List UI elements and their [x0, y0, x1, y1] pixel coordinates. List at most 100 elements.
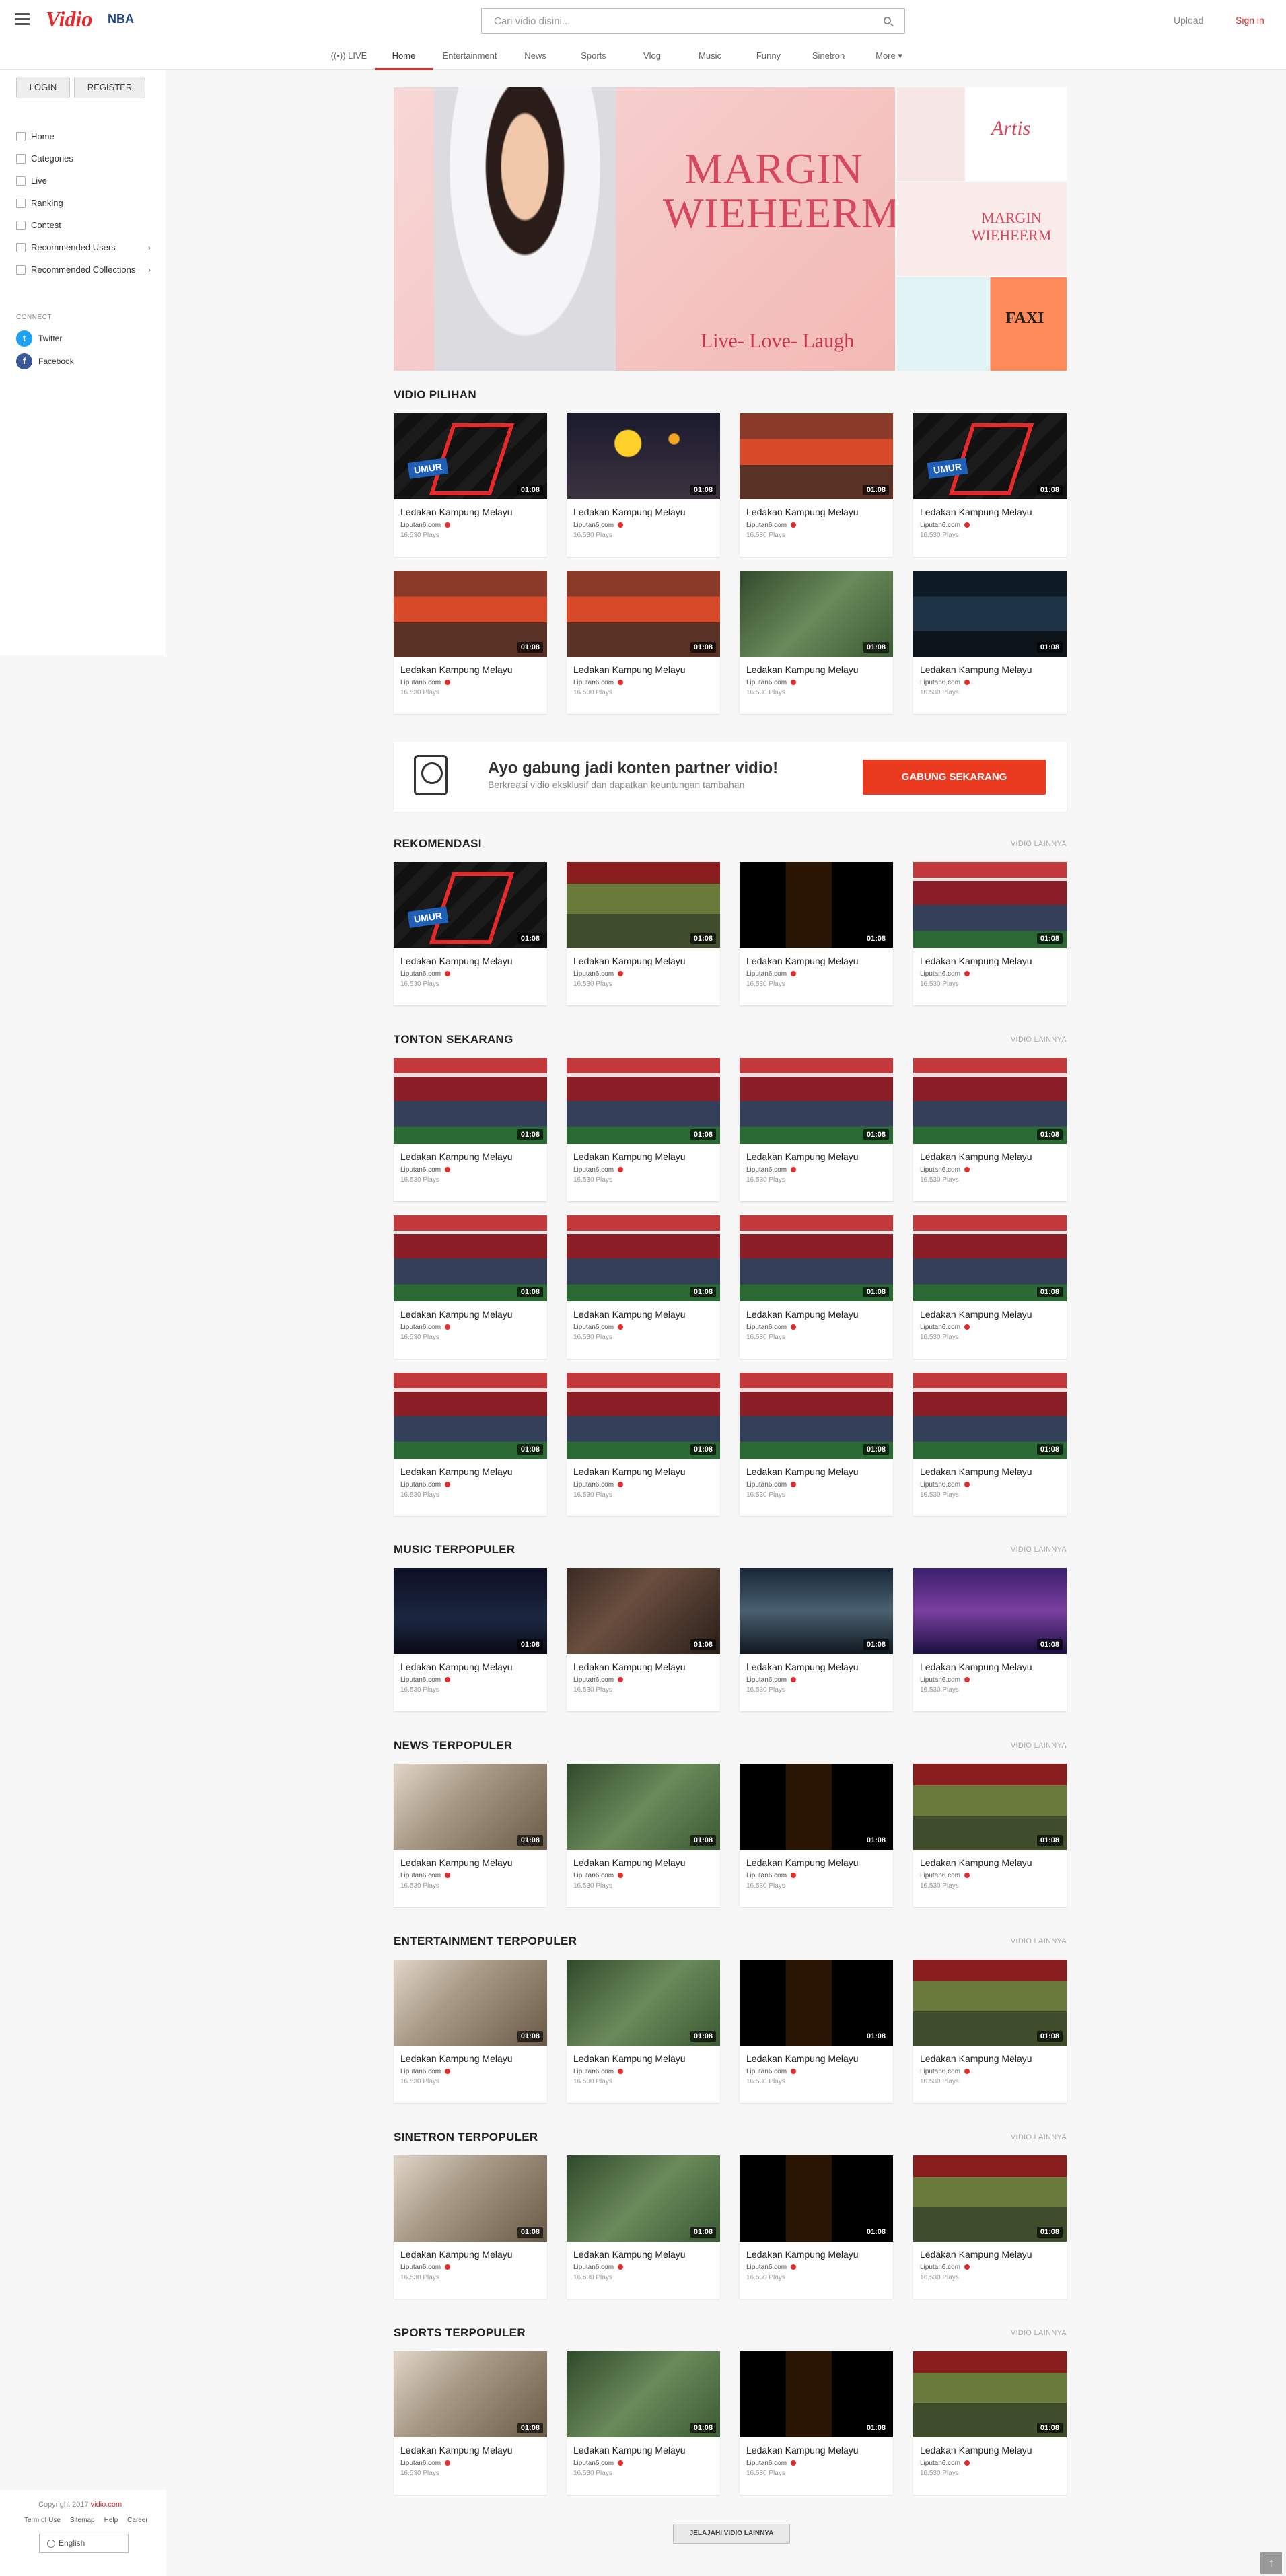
video-card[interactable]: 01:08 Ledakan Kampung Melayu Liputan6.com 1…	[394, 1215, 547, 1359]
video-thumbnail[interactable]: 01:08	[567, 2155, 720, 2242]
video-thumbnail[interactable]: 01:08	[913, 1764, 1067, 1850]
video-source[interactable]: Liputan6.com	[400, 679, 451, 686]
video-title[interactable]: Ledakan Kampung Melayu	[920, 507, 1032, 517]
video-card[interactable]: 01:08 Ledakan Kampung Melayu Liputan6.com 1…	[567, 413, 720, 557]
video-card[interactable]: 01:08 Ledakan Kampung Melayu Liputan6.com 1…	[394, 1058, 547, 1201]
video-card[interactable]: 01:08 Ledakan Kampung Melayu Liputan6.com 1…	[913, 1568, 1067, 1711]
video-thumbnail[interactable]: 01:08	[913, 1058, 1067, 1144]
video-title[interactable]: Ledakan Kampung Melayu	[746, 1857, 859, 1868]
video-title[interactable]: Ledakan Kampung Melayu	[400, 664, 513, 675]
video-thumbnail[interactable]: 01:08	[913, 2155, 1067, 2242]
sidebar-item-home[interactable]: Home	[16, 125, 151, 147]
video-title[interactable]: Ledakan Kampung Melayu	[920, 1857, 1032, 1868]
video-title[interactable]: Ledakan Kampung Melayu	[400, 1466, 513, 1477]
video-card[interactable]: 01:08 Ledakan Kampung Melayu Liputan6.com 1…	[913, 571, 1067, 714]
video-card[interactable]: 01:08 Ledakan Kampung Melayu Liputan6.com 1…	[567, 1960, 720, 2103]
video-thumbnail[interactable]: 01:08	[394, 1960, 547, 2046]
video-source[interactable]: Liputan6.com	[573, 2264, 624, 2271]
video-title[interactable]: Ledakan Kampung Melayu	[400, 2053, 513, 2064]
video-title[interactable]: Ledakan Kampung Melayu	[573, 1857, 686, 1868]
video-thumbnail[interactable]: 01:08	[394, 571, 547, 657]
video-card[interactable]: 01:08 Ledakan Kampung Melayu Liputan6.com 1…	[394, 571, 547, 714]
video-thumbnail[interactable]: 01:08	[740, 2155, 893, 2242]
video-title[interactable]: Ledakan Kampung Melayu	[920, 664, 1032, 675]
video-source[interactable]: Liputan6.com	[746, 679, 797, 686]
video-source[interactable]: Liputan6.com	[920, 522, 970, 529]
tab-sports[interactable]: Sports	[564, 44, 623, 70]
video-title[interactable]: Ledakan Kampung Melayu	[400, 2249, 513, 2260]
video-card[interactable]: 01:08 Ledakan Kampung Melayu Liputan6.com 1…	[740, 2155, 893, 2299]
tab-live[interactable]: ((•)) LIVE	[323, 44, 375, 70]
video-source[interactable]: Liputan6.com	[573, 1166, 624, 1174]
video-card[interactable]: 01:08 Ledakan Kampung Melayu Liputan6.com 1…	[394, 1764, 547, 1907]
video-thumbnail[interactable]: 01:08	[913, 862, 1067, 948]
video-title[interactable]: Ledakan Kampung Melayu	[920, 2249, 1032, 2260]
video-source[interactable]: Liputan6.com	[573, 1481, 624, 1489]
video-title[interactable]: Ledakan Kampung Melayu	[746, 2053, 859, 2064]
footer-link[interactable]: Help	[104, 2517, 118, 2524]
video-card[interactable]: 01:08 Ledakan Kampung Melayu Liputan6.com 1…	[567, 1215, 720, 1359]
video-source[interactable]: Liputan6.com	[920, 679, 970, 686]
video-card[interactable]: 01:08 Ledakan Kampung Melayu Liputan6.com 1…	[913, 862, 1067, 1005]
video-card[interactable]: 01:08 Ledakan Kampung Melayu Liputan6.com 1…	[913, 413, 1067, 557]
register-button[interactable]: REGISTER	[74, 77, 145, 98]
video-source[interactable]: Liputan6.com	[746, 1676, 797, 1684]
video-source[interactable]: Liputan6.com	[400, 2068, 451, 2075]
video-thumbnail[interactable]: 01:08	[740, 1373, 893, 1459]
video-card[interactable]: 01:08 Ledakan Kampung Melayu Liputan6.com 1…	[740, 2351, 893, 2495]
login-button[interactable]: LOGIN	[16, 77, 70, 98]
tab-news[interactable]: News	[507, 44, 564, 70]
menu-icon[interactable]	[15, 13, 30, 26]
video-card[interactable]: 01:08 Ledakan Kampung Melayu Liputan6.com 1…	[740, 413, 893, 557]
video-thumbnail[interactable]: 01:08	[913, 1215, 1067, 1301]
tab-more[interactable]: More ▾	[859, 44, 919, 70]
video-title[interactable]: Ledakan Kampung Melayu	[746, 1661, 859, 1672]
video-card[interactable]: 01:08 Ledakan Kampung Melayu Liputan6.com 1…	[567, 862, 720, 1005]
video-title[interactable]: Ledakan Kampung Melayu	[746, 1466, 859, 1477]
video-source[interactable]: Liputan6.com	[573, 2068, 624, 2075]
video-card[interactable]: 01:08 Ledakan Kampung Melayu Liputan6.com 1…	[913, 1764, 1067, 1907]
video-card[interactable]: 01:08 Ledakan Kampung Melayu Liputan6.com 1…	[394, 1960, 547, 2103]
video-title[interactable]: Ledakan Kampung Melayu	[573, 2249, 686, 2260]
sidebar-item-recommended-users[interactable]: Recommended Users ›	[16, 236, 151, 258]
search-input[interactable]: Cari vidio disini...	[481, 8, 905, 34]
vidio-logo[interactable]: Vidio	[46, 7, 92, 32]
tab-music[interactable]: Music	[681, 44, 739, 70]
video-thumbnail[interactable]: 01:08	[740, 2351, 893, 2437]
video-title[interactable]: Ledakan Kampung Melayu	[920, 1661, 1032, 1672]
video-source[interactable]: Liputan6.com	[746, 2068, 797, 2075]
video-thumbnail[interactable]: 01:08	[567, 1764, 720, 1850]
video-card[interactable]: 01:08 Ledakan Kampung Melayu Liputan6.com 1…	[913, 1373, 1067, 1516]
video-source[interactable]: Liputan6.com	[400, 1872, 451, 1880]
site-link[interactable]: vidio.com	[91, 2501, 122, 2509]
video-source[interactable]: Liputan6.com	[400, 1676, 451, 1684]
tab-sinetron[interactable]: Sinetron	[798, 44, 859, 70]
video-source[interactable]: Liputan6.com	[920, 2068, 970, 2075]
video-card[interactable]: 01:08 Ledakan Kampung Melayu Liputan6.com 1…	[394, 1373, 547, 1516]
video-title[interactable]: Ledakan Kampung Melayu	[746, 1309, 859, 1320]
video-title[interactable]: Ledakan Kampung Melayu	[573, 2445, 686, 2456]
explore-more-button[interactable]: JELAJAHI VIDIO LAINNYA	[673, 2524, 790, 2544]
footer-link[interactable]: Sitemap	[70, 2517, 95, 2524]
video-title[interactable]: Ledakan Kampung Melayu	[920, 1309, 1032, 1320]
facebook-link[interactable]: f Facebook	[16, 353, 74, 370]
video-thumbnail[interactable]: 01:08	[567, 1373, 720, 1459]
video-thumbnail[interactable]: 01:08	[913, 1960, 1067, 2046]
video-thumbnail[interactable]: 01:08	[394, 1215, 547, 1301]
sidebar-item-recommended-collections[interactable]: Recommended Collections ›	[16, 258, 151, 281]
video-card[interactable]: 01:08 Ledakan Kampung Melayu Liputan6.com 1…	[567, 1764, 720, 1907]
video-title[interactable]: Ledakan Kampung Melayu	[573, 1661, 686, 1672]
video-source[interactable]: Liputan6.com	[746, 522, 797, 529]
video-source[interactable]: Liputan6.com	[400, 1481, 451, 1489]
see-more-link[interactable]: VIDIO LAINNYA	[1011, 840, 1067, 848]
video-title[interactable]: Ledakan Kampung Melayu	[573, 664, 686, 675]
video-thumbnail[interactable]: 01:08	[567, 1568, 720, 1654]
footer-link[interactable]: Term of Use	[24, 2517, 61, 2524]
video-card[interactable]: 01:08 Ledakan Kampung Melayu Liputan6.com 1…	[567, 1058, 720, 1201]
video-thumbnail[interactable]: 01:08	[740, 413, 893, 499]
video-thumbnail[interactable]: 01:08	[740, 1764, 893, 1850]
signin-link[interactable]: Sign in	[1236, 15, 1264, 26]
video-thumbnail[interactable]: 01:08	[394, 413, 547, 499]
video-source[interactable]: Liputan6.com	[920, 1166, 970, 1174]
video-source[interactable]: Liputan6.com	[573, 522, 624, 529]
